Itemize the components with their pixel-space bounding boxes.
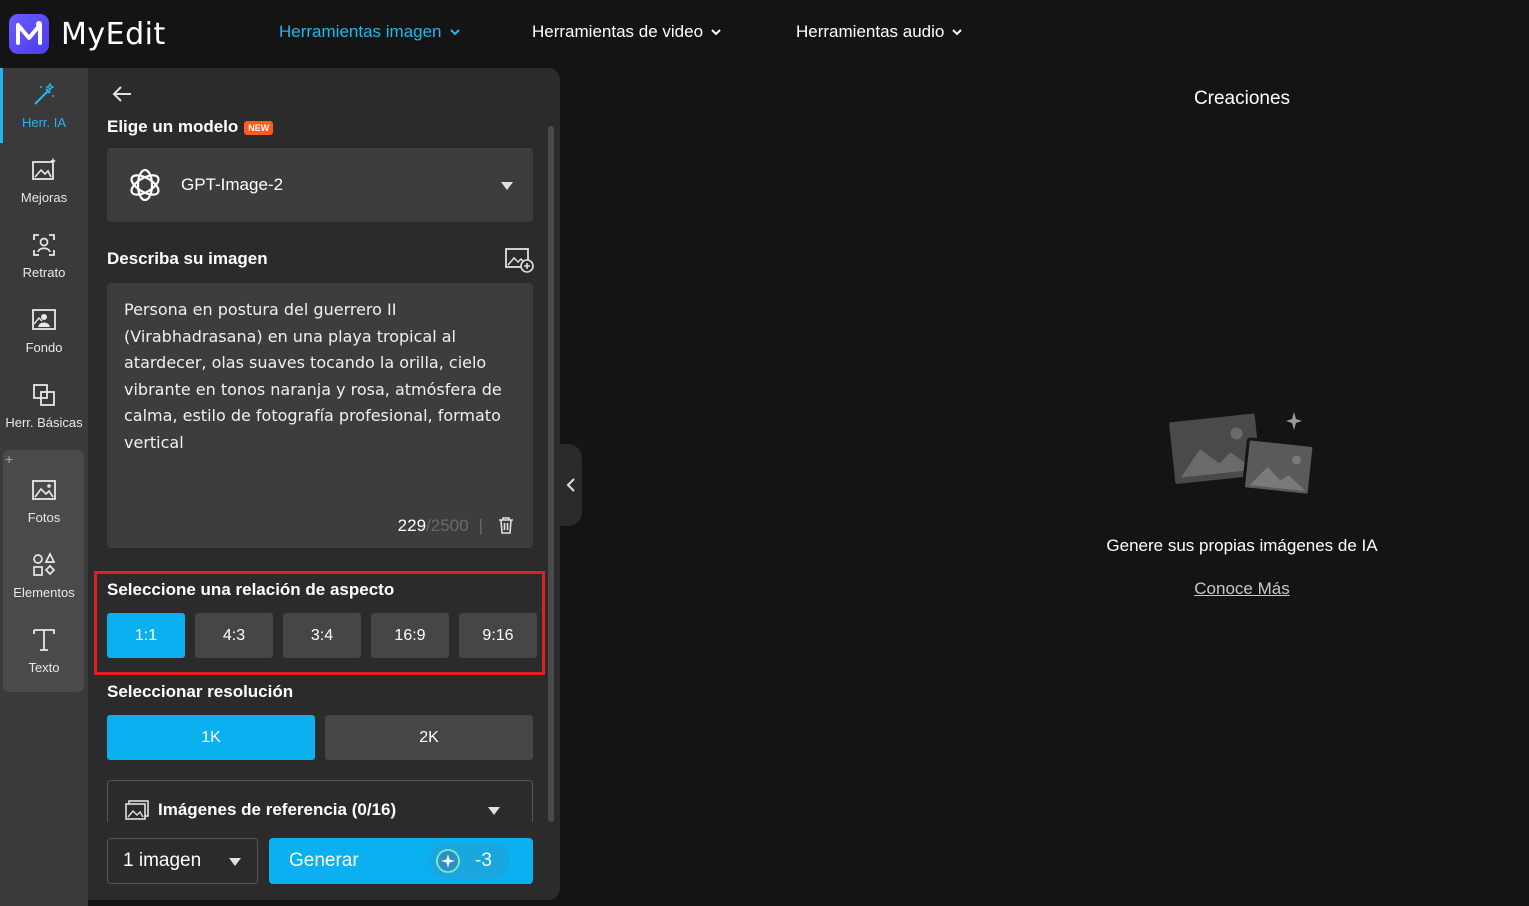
myedit-logo-icon [9,14,49,54]
magic-wand-icon [34,82,55,105]
empty-state-text: Genere sus propias imágenes de IA [1106,536,1378,555]
chevron-left-icon [566,478,575,492]
aspect-ratio-options: 1:1 4:3 3:4 16:9 9:16 [107,613,537,658]
credit-cost: -3 [475,850,492,871]
credit-cost-pill: -3 [429,843,509,879]
rail-item-texto[interactable]: Texto [0,613,88,688]
top-bar: MyEdit Herramientas imagen Herramientas … [0,0,1529,68]
rail-label: Elementos [13,585,75,600]
creations-title: Creaciones [1193,88,1291,109]
rail-item-fondo[interactable]: Fondo [0,293,88,368]
aspect-16-9-button[interactable]: 16:9 [371,613,449,658]
rail-label: Texto [28,660,60,675]
resolution-section-title: Seleccionar resolución [107,682,294,701]
generate-label: Generar [289,850,359,871]
credit-icon [436,849,460,873]
resolution-2k-button[interactable]: 2K [325,715,533,760]
panel-scrollbar[interactable] [548,126,554,822]
app-logo[interactable]: MyEdit [9,14,166,54]
image-count-label: 1 imagen [123,850,202,871]
rail-item-herr-basicas[interactable]: Herr. Básicas [0,368,88,443]
trash-icon[interactable] [498,516,514,534]
counter-separator: | [478,516,483,535]
image-count-dropdown[interactable]: 1 imagen [107,838,258,884]
model-dropdown[interactable]: GPT-Image-2 [107,148,533,222]
aspect-section-title: Seleccione una relación de aspecto [107,580,395,599]
new-badge: NEW [244,120,274,135]
rail-item-herr-ia[interactable]: Herr. IA [0,68,88,143]
char-counter: 229/2500 | [398,516,483,536]
reference-label: Imágenes de referencia (0/16) [158,799,397,819]
rail-label: Mejoras [20,190,68,205]
char-count: 229 [397,516,427,535]
nav-label: Herramientas de video [532,22,704,41]
photo-icon [32,480,56,500]
caret-down-icon [488,807,500,815]
aspect-1-1-button[interactable]: 1:1 [107,613,185,658]
image-upload-icon[interactable] [504,246,534,274]
openai-logo-icon [130,168,160,202]
prompt-textarea[interactable]: Persona en postura del guerrero II (Vira… [107,283,533,548]
empty-gallery-illustration [1169,412,1316,497]
model-title-text: Elige un modelo [107,117,239,136]
nav-label: Herramientas audio [796,22,945,41]
background-icon [32,309,56,330]
back-arrow-icon[interactable] [110,82,134,106]
nav-herramientas-video[interactable]: Herramientas de video [532,22,723,42]
aspect-4-3-button[interactable]: 4:3 [195,613,273,658]
generate-bar: 1 imagen Generar -3 [88,822,560,900]
learn-more-link[interactable]: Conoce Más [1140,579,1344,599]
chevron-down-icon [711,29,721,36]
crop-icon [33,384,55,406]
resolution-options: 1K 2K [107,715,533,760]
nav-label: Herramientas imagen [279,22,442,41]
caret-down-icon [501,182,513,190]
chevron-down-icon [449,29,460,36]
chevron-down-icon [952,29,963,36]
shapes-icon [33,552,56,576]
describe-section-title: Describa su imagen [107,249,268,268]
rail-label: Fondo [25,340,63,355]
aspect-9-16-button[interactable]: 9:16 [459,613,537,658]
rail-label: Herr. Básicas [5,415,83,430]
collapse-panel-button[interactable] [560,444,582,526]
model-selected-label: GPT-Image-2 [181,175,284,194]
aspect-3-4-button[interactable]: 3:4 [283,613,361,658]
rail-label: Herr. IA [21,115,67,130]
text-icon [33,629,55,651]
rail-item-fotos[interactable]: Fotos [0,463,88,538]
rail-item-elementos[interactable]: Elementos [0,538,88,613]
generate-button[interactable]: Generar -3 [269,838,533,884]
portrait-icon [33,234,55,256]
rail-item-retrato[interactable]: Retrato [0,218,88,293]
resolution-1k-button[interactable]: 1K [107,715,315,760]
prompt-text: Persona en postura del guerrero II (Vira… [124,300,502,452]
rail-label: Fotos [27,510,61,525]
rail-label: Retrato [22,265,66,280]
image-enhance-icon [32,158,56,180]
app-name: MyEdit [61,16,166,52]
caret-down-icon [229,858,241,866]
char-max: /2500 [426,516,469,535]
model-section-title: Elige un modelo NEW [107,117,274,137]
rail-item-mejoras[interactable]: Mejoras [0,143,88,218]
tool-rail: Herr. IA Mejoras Retrato Fondo Herr. Bás… [0,68,88,906]
ai-generator-panel: Elige un modelo NEW GPT-Image-2 Describa … [88,68,560,900]
nav-herramientas-imagen[interactable]: Herramientas imagen [279,22,462,42]
nav-herramientas-audio[interactable]: Herramientas audio [796,22,964,42]
images-stack-icon [125,799,149,820]
